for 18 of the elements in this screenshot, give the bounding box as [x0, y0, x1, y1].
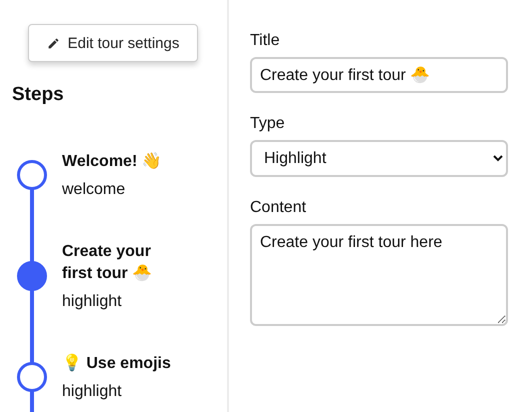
type-select[interactable]: Highlight: [250, 140, 508, 177]
step-marker[interactable]: [17, 362, 47, 392]
pencil-icon: [46, 36, 60, 50]
content-label: Content: [250, 199, 308, 217]
title-label: Title: [250, 32, 281, 50]
step-type: highlight: [62, 293, 123, 311]
step-title[interactable]: Create your first tour 🐣: [62, 241, 174, 285]
step-marker[interactable]: [17, 160, 47, 190]
step-type: highlight: [62, 383, 123, 401]
content-field[interactable]: Create your first tour here: [250, 224, 508, 326]
step-marker[interactable]: [17, 261, 47, 291]
step-title[interactable]: 💡 Use emojis: [62, 353, 171, 375]
edit-settings-button[interactable]: Edit tour settings: [28, 24, 198, 62]
step-type: welcome: [62, 181, 126, 199]
title-field[interactable]: Create your first tour 🐣: [250, 57, 508, 93]
step-title[interactable]: Welcome! 👋: [62, 151, 162, 173]
steps-heading: Steps: [12, 84, 65, 106]
type-label: Type: [250, 115, 286, 133]
